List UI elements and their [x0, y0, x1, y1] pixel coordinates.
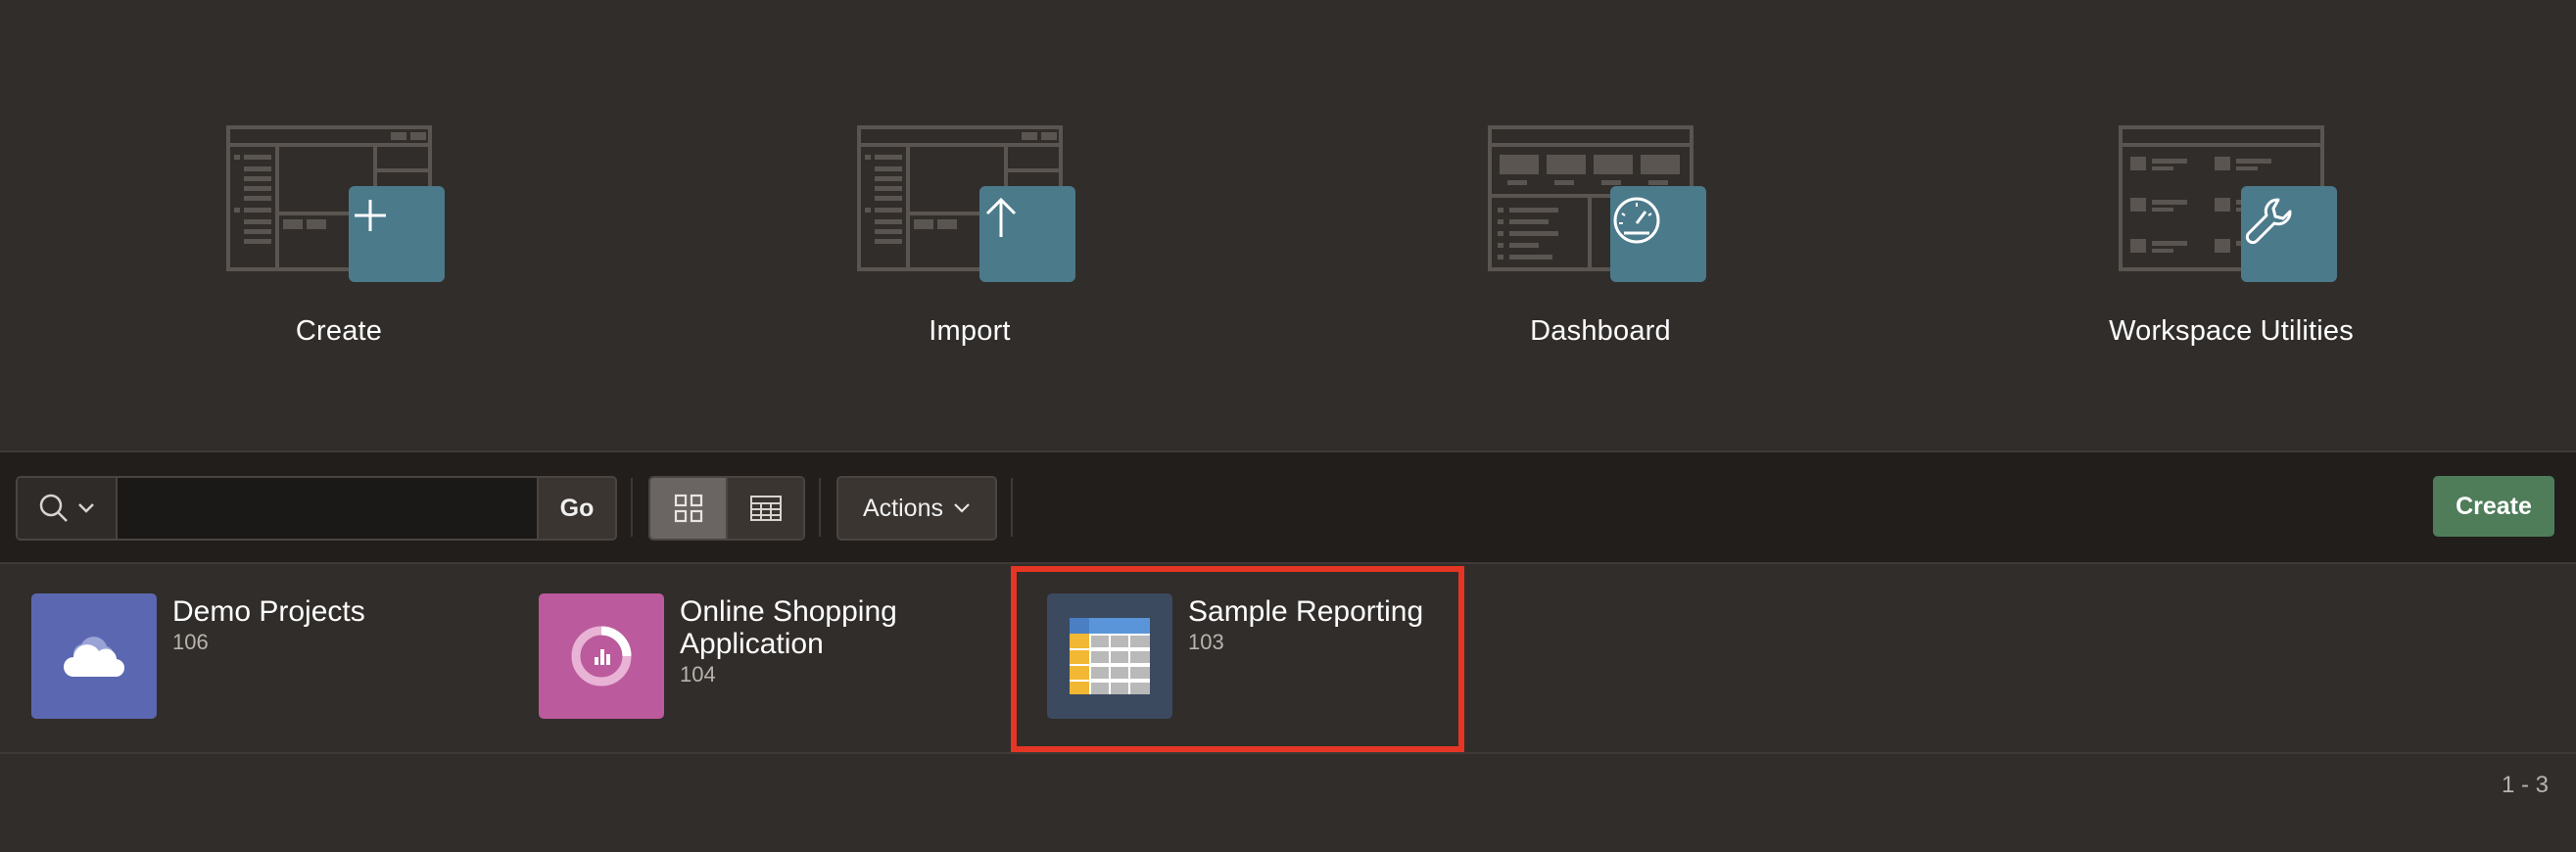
app-icon — [1047, 593, 1172, 719]
app-id: 103 — [1188, 630, 1224, 654]
apps-toolbar: Go Actions Create — [0, 452, 2576, 562]
app-name-line-2: Application — [680, 628, 824, 660]
speedometer-icon — [1613, 197, 1660, 244]
search-icon — [39, 494, 68, 522]
app-info: Demo Projects 106 — [172, 595, 365, 721]
toolbar-divider — [631, 478, 633, 537]
grid-icon — [674, 494, 702, 523]
app-tile-online-shopping[interactable]: Online Shopping Application 104 — [539, 593, 989, 721]
create-card-label: Create — [295, 315, 383, 347]
divider — [0, 562, 2576, 564]
go-button[interactable]: Go — [537, 478, 615, 539]
app-name: Demo Projects — [172, 595, 365, 628]
app-icon — [539, 593, 664, 719]
app-id: 106 — [172, 630, 209, 654]
spreadsheet-icon — [1070, 618, 1150, 694]
import-app-card[interactable]: Import — [823, 118, 1117, 402]
toolbar-divider — [1011, 478, 1013, 537]
create-button[interactable]: Create — [2433, 476, 2554, 537]
app-id: 104 — [680, 662, 716, 686]
table-icon — [749, 496, 782, 521]
app-name: Sample Reporting — [1188, 595, 1424, 628]
cloud-icon — [64, 637, 125, 678]
workspace-utilities-card-label: Workspace Utilities — [2109, 315, 2354, 347]
upload-arrow-icon — [985, 197, 1017, 237]
create-badge — [349, 186, 445, 282]
wrench-icon — [2245, 198, 2292, 245]
search-options-button[interactable] — [18, 478, 118, 539]
workspace-utilities-card[interactable]: Workspace Utilities — [2084, 118, 2378, 402]
app-info: Sample Reporting 103 — [1188, 595, 1423, 721]
search-bar: Go — [16, 476, 617, 541]
workspace-utilities-badge — [2241, 186, 2337, 282]
workspace-utilities-illustration — [2119, 118, 2344, 284]
app-tile-sample-reporting[interactable]: Sample Reporting 103 — [1047, 593, 1449, 721]
app-name-line-1: Online Shopping — [680, 595, 897, 628]
actions-menu-button[interactable]: Actions — [836, 476, 997, 541]
app-tile-demo-projects[interactable]: Demo Projects 106 — [31, 593, 501, 721]
pagination-info: 1 - 3 — [2501, 772, 2549, 798]
donut-chart-icon — [571, 626, 632, 686]
chevron-down-icon — [78, 503, 94, 513]
import-illustration — [857, 118, 1082, 284]
import-card-label: Import — [929, 315, 1011, 347]
divider — [0, 752, 2576, 754]
create-app-card[interactable]: Create — [192, 118, 486, 402]
actions-label: Actions — [863, 494, 943, 522]
import-badge — [979, 186, 1075, 282]
app-builder-hero: Create Import Dashboard Workspace Utilit… — [0, 0, 2576, 450]
dashboard-illustration — [1488, 118, 1713, 284]
chevron-down-icon — [954, 503, 970, 513]
report-view-button[interactable] — [726, 478, 803, 539]
dashboard-badge — [1610, 186, 1706, 282]
search-input[interactable] — [118, 478, 537, 539]
dashboard-card-label: Dashboard — [1530, 315, 1671, 347]
view-mode-toggle — [648, 476, 805, 541]
plus-icon — [355, 200, 386, 231]
toolbar-divider — [819, 478, 821, 537]
app-info: Online Shopping Application 104 — [680, 595, 897, 721]
dashboard-card[interactable]: Dashboard — [1454, 118, 1747, 402]
app-icon — [31, 593, 157, 719]
icon-view-button[interactable] — [650, 478, 726, 539]
create-illustration — [226, 118, 452, 284]
